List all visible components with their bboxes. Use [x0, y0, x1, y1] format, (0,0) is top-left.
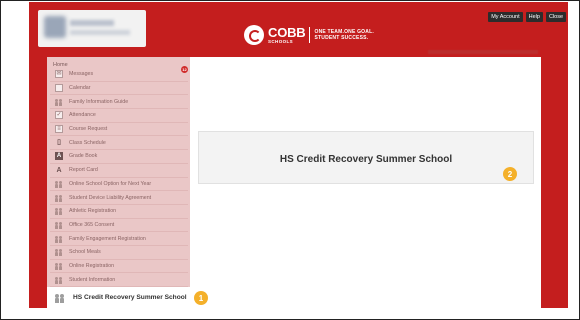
sidebar-item-label: Athletic Registration — [69, 208, 117, 215]
list-icon: ≡ — [55, 125, 63, 134]
people-icon — [55, 194, 63, 202]
sidebar-item-label: HS Credit Recovery Summer School — [73, 294, 187, 301]
sidebar-item-messages[interactable]: ✉ Messages 12 — [50, 66, 188, 82]
sidebar-item-label: Messages — [69, 71, 94, 78]
top-links: My Account Help Close — [488, 12, 566, 22]
logo-tagline: ONE TEAM.ONE GOAL. STUDENT SUCCESS. — [314, 29, 373, 42]
sidebar-item-label: Family Information Guide — [69, 98, 129, 105]
avatar — [44, 16, 66, 38]
schedule-icon: ▯ — [57, 139, 61, 147]
sidebar-item-school-meals[interactable]: School Meals — [50, 246, 188, 260]
unread-count-badge: 12 — [181, 66, 188, 73]
close-button[interactable]: Close — [545, 12, 566, 22]
sidebar-item-hs-credit-recovery-summer-school[interactable]: HS Credit Recovery Summer School — [47, 287, 190, 308]
sidebar-item-label: Online Registration — [69, 262, 115, 269]
sidebar-item-office-365-consent[interactable]: Office 365 Consent — [50, 219, 188, 233]
tagline-line-2: STUDENT SUCCESS. — [314, 35, 369, 41]
cobb-logo-icon — [244, 25, 264, 45]
help-button[interactable]: Help — [525, 12, 543, 22]
sidebar-item-course-request[interactable]: ≡ Course Request — [50, 123, 188, 137]
blurred-header-text — [428, 50, 538, 54]
calendar-icon — [55, 84, 63, 93]
panel-title: HS Credit Recovery Summer School — [279, 154, 453, 165]
people-icon — [55, 207, 63, 216]
sidebar-item-label: Family Engagement Registration — [69, 235, 146, 242]
sidebar-item-calendar[interactable]: Calendar — [50, 82, 188, 96]
sidebar-item-label: Class Schedule — [69, 139, 106, 146]
user-name-blurred — [70, 20, 114, 26]
cobb-schools-logo: COBB SCHOOLS ONE TEAM.ONE GOAL. STUDENT … — [244, 24, 374, 46]
user-profile-card[interactable] — [38, 10, 146, 47]
callout-marker-2: 2 — [503, 167, 517, 181]
sidebar-item-athletic-registration[interactable]: Athletic Registration — [50, 205, 188, 219]
sidebar-item-student-information[interactable]: Student Information — [50, 273, 188, 287]
sidebar-item-label: Calendar — [69, 85, 91, 92]
sidebar-item-attendance[interactable]: ✓ Attendance — [50, 109, 188, 123]
sidebar-item-report-card[interactable]: A Report Card — [50, 164, 188, 178]
people-icon — [55, 235, 63, 243]
people-icon — [55, 98, 63, 106]
sidebar-item-label: Student Information — [69, 276, 116, 283]
sidebar-item-class-schedule[interactable]: ▯ Class Schedule — [50, 136, 188, 151]
sidebar-item-label: Office 365 Consent — [69, 221, 115, 228]
sidebar-item-label: Online School Option for Next Year — [69, 180, 152, 187]
people-icon — [55, 180, 63, 188]
sidebar-item-grade-book[interactable]: A Grade Book — [50, 150, 188, 164]
sidebar-item-family-information-guide[interactable]: Family Information Guide — [50, 95, 188, 110]
report-card-icon: A — [56, 166, 62, 174]
logo-divider — [309, 27, 311, 43]
people-icon — [55, 262, 63, 270]
sidebar-item-label: Course Request — [69, 126, 108, 133]
people-icon — [55, 293, 65, 303]
gradebook-icon: A — [55, 152, 63, 161]
people-icon — [55, 248, 63, 257]
sidebar-item-student-device-liability[interactable]: Student Device Liability Agreement — [50, 191, 188, 205]
logo-name: COBB — [268, 24, 306, 40]
my-account-button[interactable]: My Account — [488, 12, 523, 22]
sidebar-item-label: School Meals — [69, 249, 101, 256]
sidebar-item-online-school-option[interactable]: Online School Option for Next Year — [50, 178, 188, 192]
sidebar-item-label: Attendance — [69, 112, 96, 119]
user-detail-blurred — [70, 30, 130, 35]
sidebar-item-label: Student Device Liability Agreement — [69, 194, 152, 201]
sidebar-item-label: Report Card — [69, 167, 98, 174]
people-icon — [55, 221, 63, 229]
sidebar-item-family-engagement-registration[interactable]: Family Engagement Registration — [50, 232, 188, 246]
envelope-icon: ✉ — [55, 70, 63, 79]
content-panel: HS Credit Recovery Summer School — [198, 131, 534, 184]
people-icon — [55, 276, 63, 284]
callout-marker-1: 1 — [194, 291, 208, 305]
logo-subtitle: SCHOOLS — [268, 38, 294, 44]
sidebar-item-online-registration[interactable]: Online Registration — [50, 260, 188, 274]
checkmark-icon: ✓ — [55, 111, 63, 120]
sidebar-nav: ✉ Messages 12 Calendar Family Informatio… — [50, 66, 188, 287]
sidebar-item-label: Grade Book — [69, 153, 98, 160]
